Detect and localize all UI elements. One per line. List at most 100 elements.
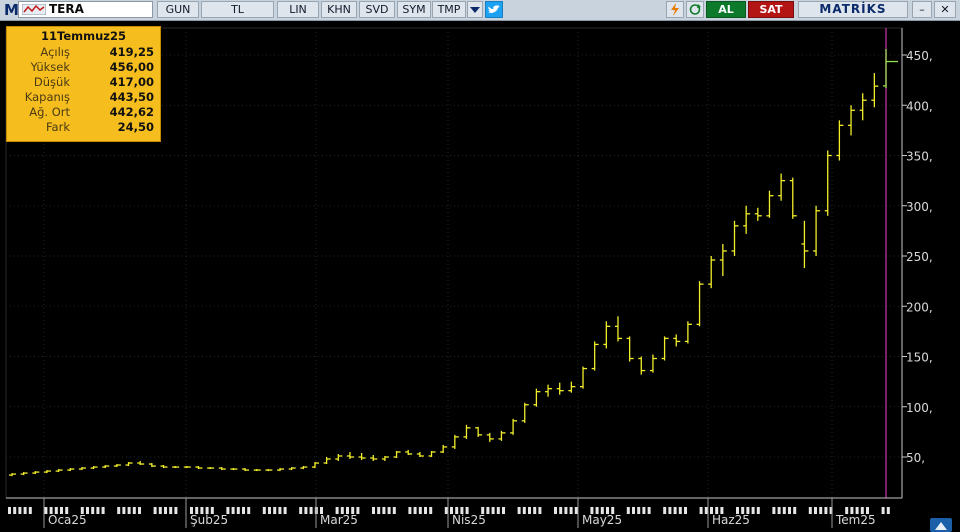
alert-button[interactable] xyxy=(666,1,684,18)
toolbar: M TERA GUN TL LIN KHN SVD SYM TMP AL SAT… xyxy=(0,0,960,21)
day-tick xyxy=(231,507,235,514)
day-tick xyxy=(372,507,375,514)
x-tick-label: Oca25 xyxy=(48,513,87,527)
symbol-text: TERA xyxy=(49,2,84,16)
day-tick xyxy=(751,507,755,514)
ohlc-bar xyxy=(848,105,856,136)
day-tick xyxy=(814,507,817,514)
ohlc-bar xyxy=(90,466,98,470)
day-tick xyxy=(528,507,531,514)
currency-button[interactable]: TL xyxy=(201,1,274,18)
info-value: 443,50 xyxy=(109,90,154,104)
ohlc-bar xyxy=(603,321,611,349)
sym-button[interactable]: SYM xyxy=(397,1,431,18)
ohlc-bar xyxy=(486,432,494,442)
refresh-button[interactable] xyxy=(686,1,704,18)
dropdown-button[interactable] xyxy=(467,1,483,18)
day-tick xyxy=(158,507,162,514)
minimize-button[interactable]: – xyxy=(912,1,932,18)
settings-icon[interactable] xyxy=(930,518,952,532)
ohlc-bar xyxy=(591,341,599,371)
ohlc-bar xyxy=(451,434,459,449)
day-tick xyxy=(309,507,313,514)
y-tick-label: 450, xyxy=(906,49,933,63)
day-tick xyxy=(824,507,828,514)
ohlc-bar xyxy=(708,256,716,289)
info-row-high: Yüksek 456,00 xyxy=(7,60,160,75)
app-logo: M xyxy=(4,1,19,19)
ohlc-bar xyxy=(405,449,413,455)
x-tick-label: May25 xyxy=(582,513,622,527)
info-row-close: Kapanış 443,50 xyxy=(7,90,160,105)
khn-button[interactable]: KHN xyxy=(321,1,357,18)
ohlc-bar xyxy=(148,463,156,468)
info-label: Ağ. Ort xyxy=(29,105,70,119)
info-value: 419,25 xyxy=(109,45,154,59)
day-tick xyxy=(247,507,251,514)
period-button[interactable]: GUN xyxy=(157,1,199,18)
info-label: Fark xyxy=(46,120,70,134)
day-tick xyxy=(486,507,490,514)
day-tick xyxy=(626,507,630,514)
scale-button[interactable]: LIN xyxy=(277,1,319,18)
day-tick xyxy=(554,507,557,514)
day-tick xyxy=(242,507,245,514)
day-tick xyxy=(569,507,573,514)
tmp-button[interactable]: TMP xyxy=(432,1,466,18)
ohlc-bar xyxy=(358,452,366,461)
info-row-low: Düşük 417,00 xyxy=(7,75,160,90)
info-value: 442,62 xyxy=(109,105,154,119)
ohlc-bar xyxy=(125,462,133,467)
y-tick-label: 400, xyxy=(906,99,933,113)
day-tick xyxy=(808,507,812,514)
day-tick xyxy=(117,507,121,514)
twitter-button[interactable] xyxy=(485,1,503,18)
day-tick xyxy=(637,507,641,514)
ohlc-bar xyxy=(370,454,378,462)
day-tick xyxy=(8,507,11,514)
x-tick-label: Haz25 xyxy=(712,513,750,527)
ohlc-bar xyxy=(789,177,797,219)
day-tick xyxy=(132,507,136,514)
ohlc-bar xyxy=(43,470,51,474)
ohlc-bar xyxy=(614,316,622,342)
day-tick xyxy=(18,507,22,514)
ohlc-bar xyxy=(626,336,634,362)
ohlc-bar xyxy=(113,464,121,468)
ohlc-bar xyxy=(649,354,657,373)
y-tick-label: 250, xyxy=(906,250,933,264)
info-label: Düşük xyxy=(33,75,70,89)
day-tick xyxy=(392,507,396,514)
x-tick-label: Mar25 xyxy=(320,513,358,527)
info-value: 24,50 xyxy=(117,120,154,134)
day-tick xyxy=(886,507,890,514)
day-tick xyxy=(101,507,105,514)
info-value: 456,00 xyxy=(109,60,154,74)
day-tick xyxy=(91,507,95,514)
day-tick xyxy=(881,507,885,514)
day-tick xyxy=(647,507,651,514)
ohlc-bar xyxy=(428,450,436,457)
y-tick-label: 200, xyxy=(906,300,933,314)
x-tick-label: Şub25 xyxy=(190,513,228,527)
ohlc-bar xyxy=(218,467,226,471)
ohlc-bar xyxy=(813,205,821,256)
day-tick xyxy=(642,507,646,514)
info-row-wavg: Ağ. Ort 442,62 xyxy=(7,105,160,120)
info-label: Kapanış xyxy=(24,90,70,104)
ohlc-bar xyxy=(684,321,692,344)
x-tick-label: Nis25 xyxy=(452,513,486,527)
day-tick xyxy=(559,507,563,514)
ohlc-bar xyxy=(754,207,762,221)
ohlc-bar xyxy=(300,466,308,470)
ohlc-bar xyxy=(778,173,786,201)
close-button[interactable]: ✕ xyxy=(934,1,956,18)
buy-button[interactable]: AL xyxy=(706,1,746,18)
y-tick-label: 150, xyxy=(906,351,933,365)
day-tick xyxy=(424,507,427,514)
svd-button[interactable]: SVD xyxy=(359,1,395,18)
day-tick xyxy=(444,507,448,514)
symbol-field[interactable]: TERA xyxy=(18,1,153,18)
sell-button[interactable]: SAT xyxy=(748,1,794,18)
day-tick xyxy=(236,507,240,514)
